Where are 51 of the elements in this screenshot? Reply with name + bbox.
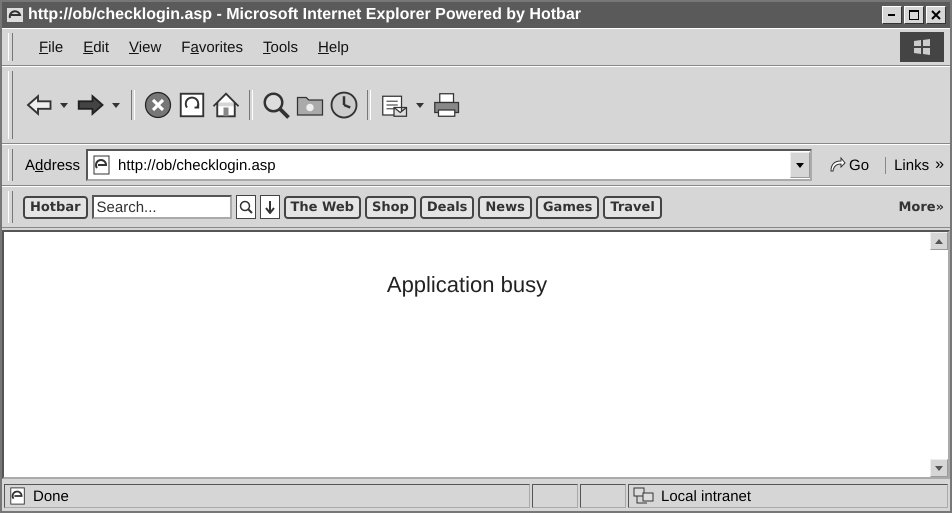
search-icon[interactable] xyxy=(261,90,291,120)
page-icon xyxy=(9,487,27,505)
hotbar-button[interactable]: Shop xyxy=(364,196,416,218)
scroll-down-button[interactable] xyxy=(930,459,948,477)
menu-item[interactable]: Favorites xyxy=(181,38,243,56)
up-arrow-icon xyxy=(935,238,943,244)
search-field[interactable]: Search... xyxy=(92,195,232,219)
hotbar-button[interactable]: Deals xyxy=(420,196,474,218)
hotbar-button[interactable]: The Web xyxy=(284,196,361,218)
minimize-button[interactable] xyxy=(882,6,902,24)
page-message: Application busy xyxy=(386,272,548,299)
network-icon xyxy=(633,487,655,505)
window-title: http://ob/checklogin.asp - Microsoft Internet Explorer Powered by Hotbar xyxy=(28,6,582,24)
maximize-button[interactable] xyxy=(904,6,924,24)
refresh-icon[interactable] xyxy=(177,90,207,120)
hotbar-button[interactable]: Travel xyxy=(603,196,662,218)
go-button[interactable]: Go xyxy=(818,156,880,174)
address-label: Address xyxy=(25,156,80,174)
page-icon xyxy=(92,155,112,175)
home-icon[interactable] xyxy=(211,90,241,120)
clock-icon[interactable] xyxy=(329,90,359,120)
search-icon[interactable] xyxy=(236,195,256,219)
links-label[interactable]: Links xyxy=(885,156,930,174)
hotbar-button[interactable]: Hotbar xyxy=(23,196,88,218)
status-pane xyxy=(580,484,626,508)
browser-icon xyxy=(6,6,24,24)
status-pane xyxy=(532,484,578,508)
caret-icon xyxy=(796,162,804,168)
down-arrow-icon xyxy=(935,466,943,470)
menu-item[interactable]: View xyxy=(129,38,162,56)
more-link[interactable]: More» xyxy=(898,200,944,214)
printer-icon[interactable] xyxy=(431,90,461,120)
curved-arrow-icon xyxy=(828,156,846,174)
zone-text: Local intranet xyxy=(661,488,752,504)
address-field[interactable]: http://ob/checklogin.asp xyxy=(86,149,812,181)
scroll-up-button[interactable] xyxy=(930,232,948,250)
menu-item[interactable]: Edit xyxy=(83,38,110,56)
minimize-icon xyxy=(888,14,896,16)
status-text: Done xyxy=(33,488,69,504)
menu-item[interactable]: Tools xyxy=(263,38,298,56)
dropdown-button[interactable] xyxy=(790,152,810,178)
maximize-icon xyxy=(909,10,919,20)
close-button[interactable] xyxy=(926,6,946,24)
windows-logo-icon xyxy=(900,32,944,62)
chevron-icon[interactable]: » xyxy=(935,156,944,174)
menu-item[interactable]: Help xyxy=(318,38,349,56)
stop-icon[interactable] xyxy=(143,90,173,120)
hotbar-button[interactable]: Games xyxy=(536,196,600,218)
hotbar-button[interactable]: News xyxy=(478,196,532,218)
close-icon xyxy=(931,10,941,20)
menu-item[interactable]: File xyxy=(39,38,64,56)
